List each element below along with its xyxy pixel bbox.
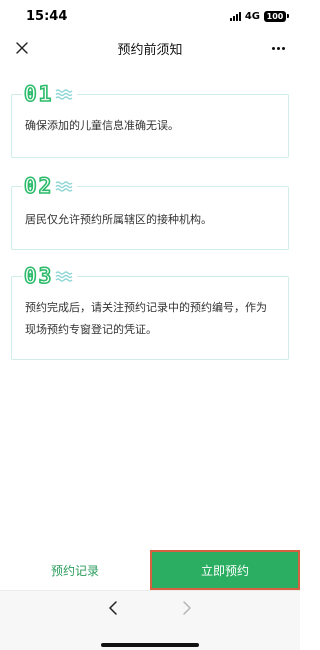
notice-card-2: 02 居民仅允许预约所属辖区的接种机构。 — [11, 174, 289, 250]
book-now-button[interactable]: 立即预约 — [150, 550, 300, 590]
more-icon[interactable] — [268, 39, 288, 57]
network-type: 4G — [244, 10, 260, 22]
booking-records-button[interactable]: 预约记录 — [0, 550, 150, 590]
status-bar: 15:44 4G 100 — [0, 0, 300, 32]
battery-icon: 100 — [264, 10, 289, 22]
notice-badge: 02 — [22, 174, 78, 198]
wave-icon — [55, 89, 73, 100]
notice-list: 01 确保添加的儿童信息准确无误。 02 居民仅允许预约所属辖区的接种机构。 0… — [0, 64, 300, 550]
notice-card-3: 03 预约完成后，请关注预约记录中的预约编号，作为现场预约专窗登记的凭证。 — [11, 264, 289, 360]
back-arrow-icon[interactable] — [105, 599, 123, 617]
close-icon[interactable] — [13, 39, 31, 57]
notice-number: 02 — [23, 174, 54, 198]
notice-badge: 01 — [22, 82, 78, 106]
notice-number: 01 — [23, 82, 54, 106]
home-indicator — [101, 643, 199, 647]
notice-number: 03 — [23, 264, 54, 288]
screen: 15:44 4G 100 预约前须知 01 确保添加的儿童信息准确无误。 02 … — [0, 0, 300, 650]
status-indicators: 4G 100 — [229, 10, 289, 22]
notice-badge: 03 — [22, 264, 78, 288]
wave-icon — [55, 271, 73, 282]
status-time: 15:44 — [26, 8, 68, 24]
forward-arrow-icon[interactable] — [177, 599, 195, 617]
signal-icon — [229, 11, 241, 21]
wave-icon — [55, 181, 73, 192]
page-title: 预约前须知 — [117, 42, 183, 58]
browser-toolbar — [0, 590, 300, 650]
nav-bar: 预约前须知 — [0, 32, 300, 64]
action-bar: 预约记录 立即预约 — [0, 550, 300, 590]
notice-card-1: 01 确保添加的儿童信息准确无误。 — [11, 82, 289, 158]
